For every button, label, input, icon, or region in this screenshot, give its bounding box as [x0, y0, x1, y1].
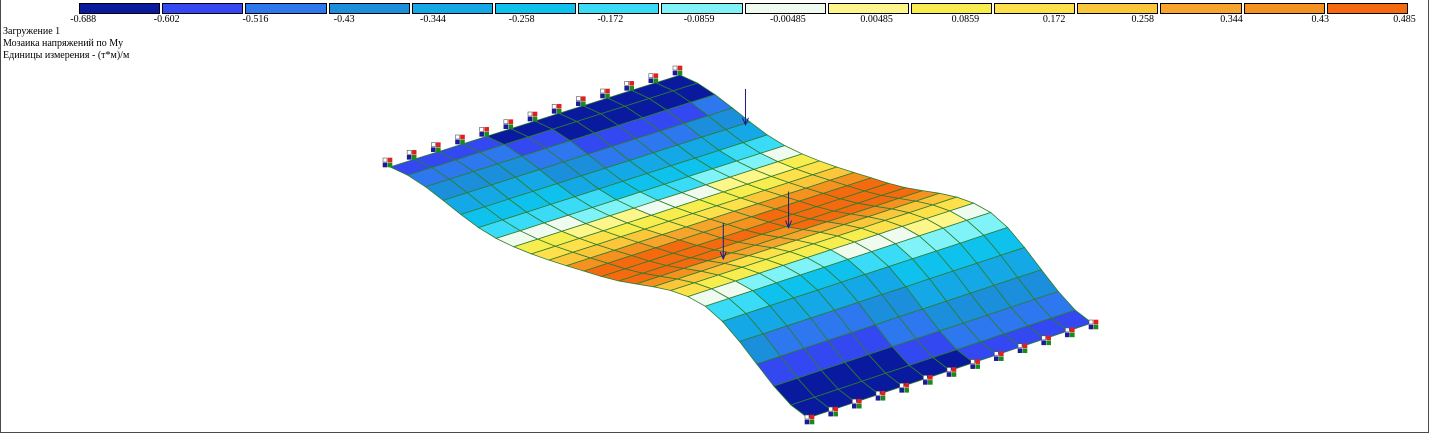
support-node-icon [576, 96, 586, 106]
support-node-icon [672, 65, 683, 76]
support-node-icon [527, 111, 538, 122]
support-node-icon [406, 150, 417, 160]
load-arrow-icon [742, 88, 749, 127]
support-node-icon [624, 81, 634, 91]
support-node-icon [1088, 319, 1099, 330]
support-node-icon [382, 157, 393, 168]
support-node-icon [551, 104, 562, 114]
support-node-icon [455, 134, 465, 145]
support-node-icon [479, 127, 489, 137]
support-node-icon [600, 88, 610, 99]
support-node-icon [648, 73, 659, 83]
model-viewport[interactable] [0, 0, 1429, 434]
support-node-icon [431, 142, 441, 152]
support-node-icon [503, 119, 514, 129]
